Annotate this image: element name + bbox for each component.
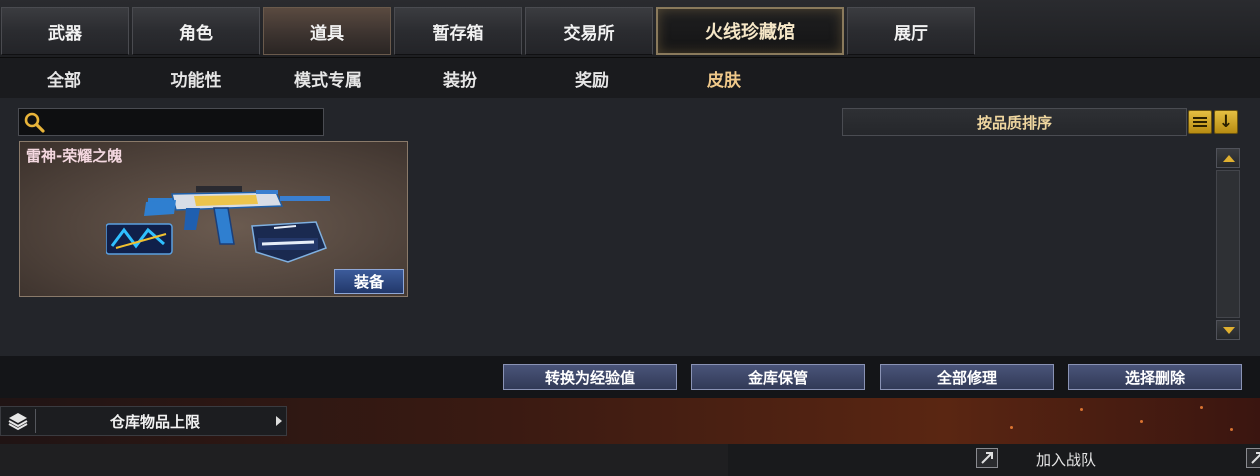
- ember-decoration: [1200, 406, 1203, 409]
- bottom-strip: 加入战队: [0, 444, 1260, 476]
- subtab-rewards[interactable]: 奖励: [532, 58, 652, 98]
- subtab-mode-exclusive[interactable]: 模式专属: [268, 58, 388, 98]
- divider: [35, 409, 36, 433]
- convert-exp-button[interactable]: 转换为经验值: [503, 364, 677, 390]
- ember-decoration: [1230, 428, 1233, 431]
- ember-decoration: [1010, 426, 1013, 429]
- expand-icon[interactable]: [976, 448, 998, 468]
- top-tab-bar: 武器 角色 道具 暂存箱 交易所 火线珍藏馆 展厅: [0, 0, 1260, 58]
- inventory-panel: 按品质排序 ↓ 雷神-荣耀之魄 装备: [0, 98, 1260, 356]
- ember-decoration: [1080, 408, 1083, 411]
- tab-storage-box[interactable]: 暂存箱: [394, 7, 522, 55]
- bottom-area: 仓库物品上限 加入战队: [0, 398, 1260, 476]
- storage-limit-bar[interactable]: 仓库物品上限: [0, 406, 287, 436]
- scroll-track[interactable]: [1216, 170, 1240, 318]
- subtab-skins[interactable]: 皮肤: [664, 58, 784, 98]
- layers-icon: [8, 413, 28, 431]
- join-team-label[interactable]: 加入战队: [1036, 449, 1096, 470]
- repair-all-button[interactable]: 全部修理: [880, 364, 1054, 390]
- tab-collection-hall[interactable]: 火线珍藏馆: [656, 7, 844, 55]
- subtab-all[interactable]: 全部: [4, 58, 124, 98]
- tab-showroom[interactable]: 展厅: [847, 7, 975, 55]
- expand-arrow-icon[interactable]: [276, 416, 282, 426]
- magnifier-icon[interactable]: [21, 110, 47, 134]
- tab-exchange[interactable]: 交易所: [525, 7, 653, 55]
- rifle-skin-image: [106, 186, 330, 263]
- storage-limit-label: 仓库物品上限: [109, 412, 200, 431]
- search-box[interactable]: [18, 108, 324, 136]
- action-bar: 转换为经验值 金库保管 全部修理 选择删除: [0, 356, 1260, 398]
- select-delete-button[interactable]: 选择删除: [1068, 364, 1242, 390]
- scroll-up-icon[interactable]: [1216, 148, 1240, 168]
- scrollbar[interactable]: [1216, 148, 1240, 340]
- tab-items[interactable]: 道具: [263, 7, 391, 55]
- team-bar: 加入战队: [728, 444, 1260, 476]
- item-name: 雷神-荣耀之魄: [26, 147, 123, 165]
- item-card[interactable]: 雷神-荣耀之魄 装备: [19, 141, 408, 297]
- search-input[interactable]: [51, 111, 321, 133]
- tab-characters[interactable]: 角色: [132, 7, 260, 55]
- sort-direction-button[interactable]: ↓: [1214, 110, 1238, 134]
- expand-icon[interactable]: [1246, 448, 1260, 468]
- equip-button[interactable]: 装备: [334, 269, 404, 294]
- sub-tab-bar: 全部 功能性 模式专属 装扮 奖励 皮肤: [0, 58, 1260, 98]
- ember-decoration: [1140, 420, 1143, 423]
- sort-dropdown[interactable]: 按品质排序: [842, 108, 1187, 136]
- scroll-down-icon[interactable]: [1216, 320, 1240, 340]
- subtab-outfit[interactable]: 装扮: [400, 58, 520, 98]
- subtab-functional[interactable]: 功能性: [136, 58, 256, 98]
- vault-store-button[interactable]: 金库保管: [691, 364, 865, 390]
- tab-weapons[interactable]: 武器: [1, 7, 129, 55]
- list-icon[interactable]: [1188, 110, 1212, 134]
